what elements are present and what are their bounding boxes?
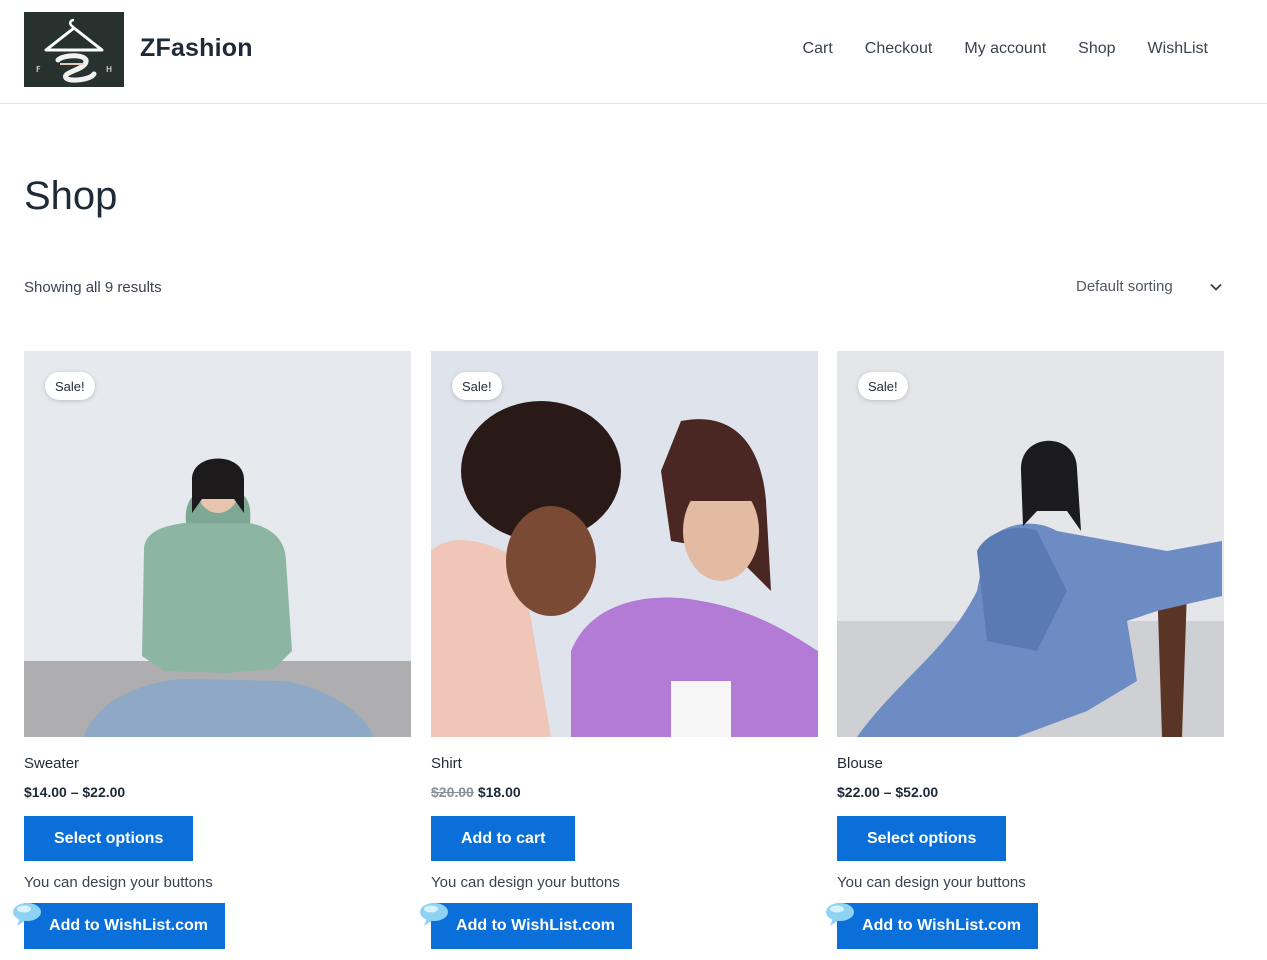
add-to-cart-button[interactable]: Add to cart	[431, 816, 576, 861]
add-to-wishlist-button[interactable]: Add to WishList.com	[13, 903, 225, 949]
add-to-wishlist-button[interactable]: Add to WishList.com	[420, 903, 632, 949]
sale-badge: Sale!	[45, 372, 95, 400]
product-title[interactable]: Sweater	[24, 755, 79, 772]
nav-item-shop[interactable]: Shop	[1078, 40, 1115, 58]
product-image[interactable]: Sale!	[431, 351, 818, 737]
product-card: Sale! Shirt $20.00 $18.00 Add to cart You…	[420, 351, 818, 949]
chevron-down-icon	[1210, 283, 1222, 291]
site-header: F H ZFashion Cart Checkout My account Sh…	[0, 0, 1267, 104]
sorting-select[interactable]: Default sorting	[1076, 278, 1226, 300]
design-note: You can design your buttons	[837, 874, 1026, 891]
product-price: $14.00 – $22.00	[24, 784, 125, 800]
product-price: $20.00 $18.00	[431, 784, 521, 800]
primary-nav: Cart Checkout My account Shop WishList	[803, 40, 1208, 58]
product-card: Sale! Sweater $14.00 – $22.00 Select opt…	[13, 351, 411, 949]
speech-bubble-icon	[13, 903, 41, 926]
nav-item-wishlist[interactable]: WishList	[1148, 40, 1208, 58]
nav-item-checkout[interactable]: Checkout	[865, 40, 933, 58]
sale-badge: Sale!	[452, 372, 502, 400]
speech-bubble-icon	[420, 903, 448, 926]
sale-badge: Sale!	[858, 372, 908, 400]
product-card: Sale! Blouse $22.00 – $52.00 Select opti…	[826, 351, 1224, 949]
hanger-logo-icon[interactable]: F H	[24, 12, 124, 87]
product-price: $22.00 – $52.00	[837, 784, 938, 800]
price-current: $22.00 – $52.00	[837, 784, 939, 800]
price-current: $18.00	[477, 784, 521, 800]
wishlist-label: Add to WishList.com	[862, 917, 1021, 934]
select-options-button[interactable]: Select options	[837, 816, 1007, 861]
page-title: Shop	[24, 174, 118, 218]
price-current: $14.00 – $22.00	[24, 784, 126, 800]
design-note: You can design your buttons	[24, 874, 213, 891]
svg-text:H: H	[106, 65, 112, 74]
add-to-wishlist-button[interactable]: Add to WishList.com	[826, 903, 1038, 949]
product-title[interactable]: Shirt	[431, 755, 462, 772]
site-title[interactable]: ZFashion	[140, 34, 253, 63]
svg-text:F: F	[36, 65, 41, 74]
select-options-button[interactable]: Select options	[24, 816, 194, 861]
wishlist-label: Add to WishList.com	[456, 917, 615, 934]
nav-item-cart[interactable]: Cart	[803, 40, 833, 58]
speech-bubble-icon	[826, 903, 854, 926]
price-regular: $20.00	[431, 784, 474, 800]
product-title[interactable]: Blouse	[837, 755, 883, 772]
nav-item-my-account[interactable]: My account	[964, 40, 1046, 58]
result-count: Showing all 9 results	[24, 279, 162, 296]
wishlist-label: Add to WishList.com	[49, 917, 208, 934]
design-note: You can design your buttons	[431, 874, 620, 891]
product-image[interactable]: Sale!	[24, 351, 411, 737]
product-image[interactable]: Sale!	[837, 351, 1224, 737]
sorting-select-value: Default sorting	[1076, 278, 1173, 295]
